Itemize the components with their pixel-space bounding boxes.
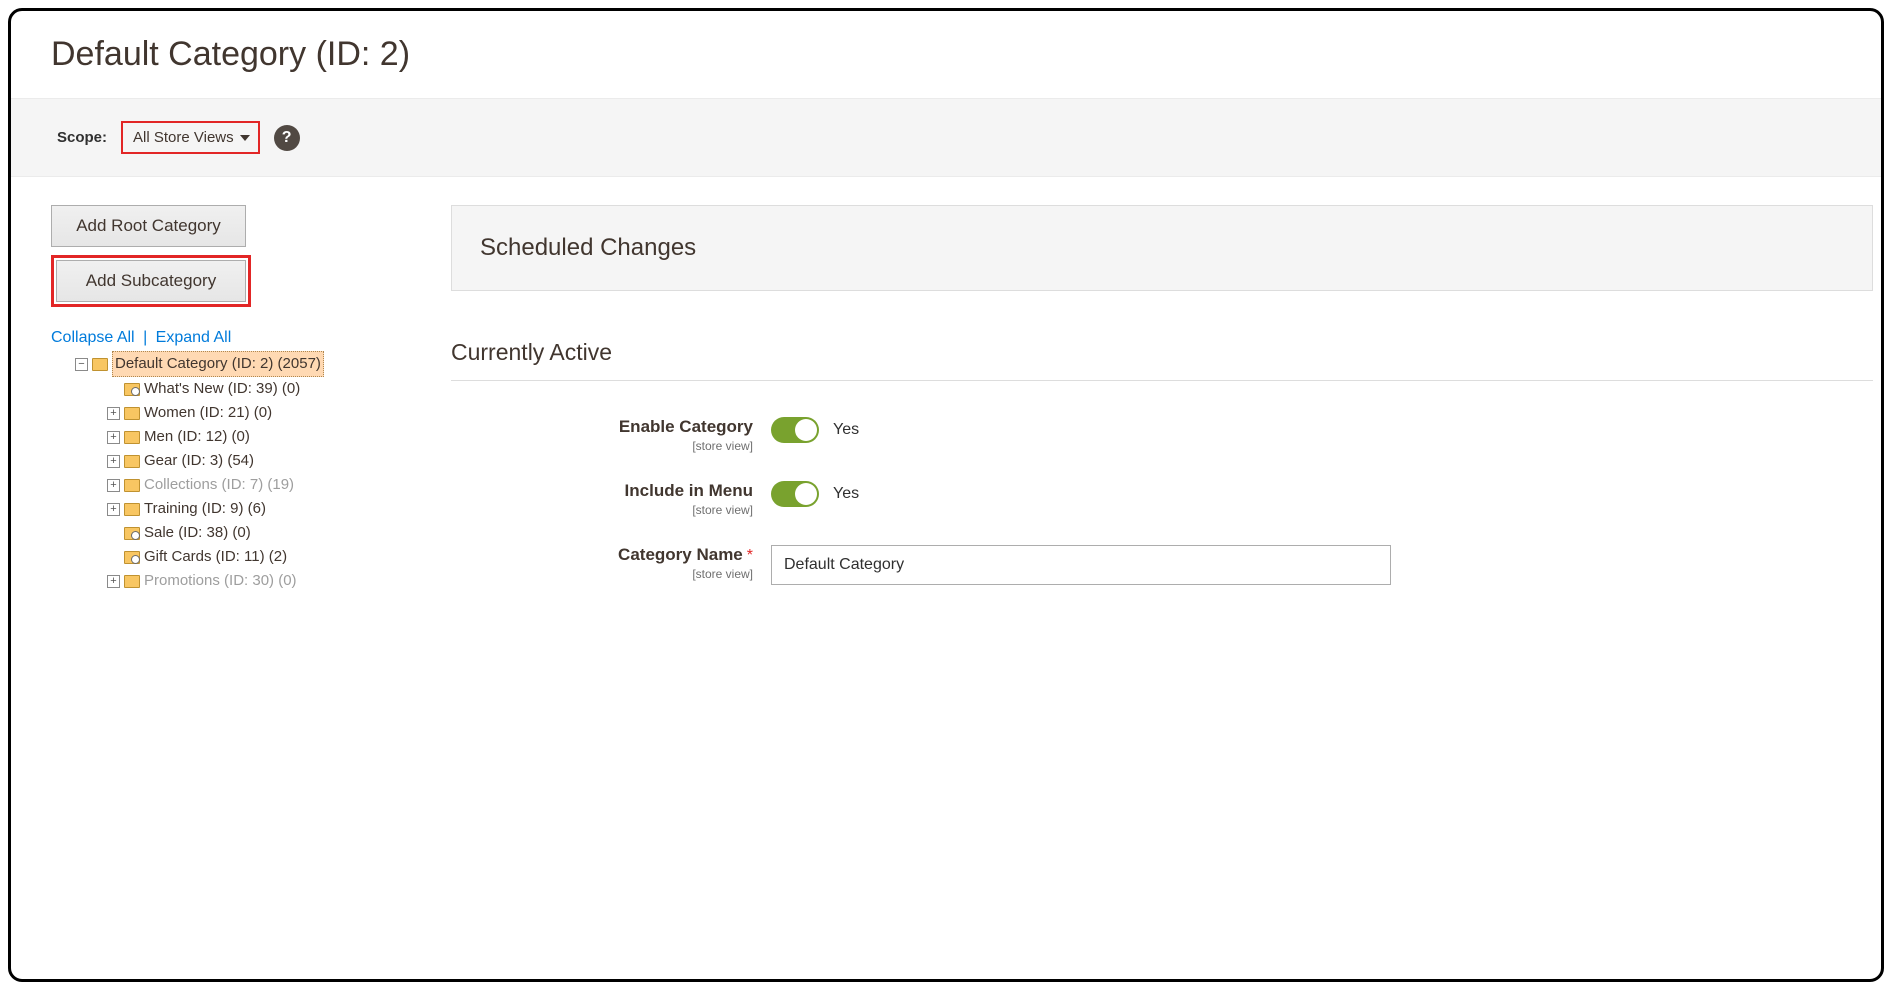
main-content: Scheduled Changes Currently Active Enabl… xyxy=(451,205,1881,613)
scope-select[interactable]: All Store Views xyxy=(121,121,260,154)
tree-node[interactable]: + Promotions (ID: 30) (0) xyxy=(107,569,411,593)
tree-label-root[interactable]: Default Category (ID: 2) (2057) xyxy=(112,351,324,377)
tree-toggle-icon[interactable]: + xyxy=(107,407,120,420)
tree-toggle-icon[interactable]: + xyxy=(107,575,120,588)
tree-toggle-icon[interactable]: + xyxy=(107,431,120,444)
sidebar: Add Root Category Add Subcategory Collap… xyxy=(51,205,411,593)
folder-lens-icon xyxy=(124,527,140,540)
tree-node[interactable]: Gift Cards (ID: 11) (2) xyxy=(107,545,411,569)
enable-category-toggle[interactable] xyxy=(771,417,819,443)
tree-controls: Collapse All | Expand All xyxy=(51,329,411,347)
tree-label[interactable]: Gear (ID: 3) (54) xyxy=(144,449,254,473)
scope-label: Scope: xyxy=(57,129,107,146)
tree-label[interactable]: Collections (ID: 7) (19) xyxy=(144,473,294,497)
folder-icon xyxy=(124,455,140,468)
folder-lens-icon xyxy=(124,383,140,396)
tree-toggle-icon xyxy=(107,551,120,564)
tree-toggle-icon xyxy=(107,383,120,396)
include-in-menu-value: Yes xyxy=(833,485,859,503)
category-tree: − Default Category (ID: 2) (2057) What's… xyxy=(51,351,411,593)
tree-toggle-icon[interactable]: + xyxy=(107,479,120,492)
tree-node[interactable]: + Men (ID: 12) (0) xyxy=(107,425,411,449)
add-subcategory-button[interactable]: Add Subcategory xyxy=(56,260,246,302)
tree-label[interactable]: Promotions (ID: 30) (0) xyxy=(144,569,297,593)
category-name-scope: [store view] xyxy=(451,567,753,581)
required-star-icon: * xyxy=(747,547,753,564)
scope-bar: Scope: All Store Views ? xyxy=(11,98,1881,177)
tree-label[interactable]: Men (ID: 12) (0) xyxy=(144,425,250,449)
tree-label[interactable]: What's New (ID: 39) (0) xyxy=(144,377,300,401)
expand-all-link[interactable]: Expand All xyxy=(156,329,232,346)
add-root-category-button[interactable]: Add Root Category xyxy=(51,205,246,247)
tree-node[interactable]: + Collections (ID: 7) (19) xyxy=(107,473,411,497)
form-row-include-in-menu: Include in Menu [store view] Yes xyxy=(451,481,1873,517)
folder-icon xyxy=(124,479,140,492)
tree-node[interactable]: + Women (ID: 21) (0) xyxy=(107,401,411,425)
enable-category-value: Yes xyxy=(833,421,859,439)
separator: | xyxy=(143,329,147,346)
category-name-input[interactable] xyxy=(771,545,1391,585)
tree-label[interactable]: Gift Cards (ID: 11) (2) xyxy=(144,545,287,569)
folder-icon xyxy=(124,407,140,420)
form-row-category-name: Category Name* [store view] xyxy=(451,545,1873,585)
highlight-add-subcategory: Add Subcategory xyxy=(51,255,251,307)
include-in-menu-toggle[interactable] xyxy=(771,481,819,507)
tree-toggle-icon[interactable]: + xyxy=(107,455,120,468)
tree-label[interactable]: Training (ID: 9) (6) xyxy=(144,497,266,521)
scheduled-changes-panel[interactable]: Scheduled Changes xyxy=(451,205,1873,291)
folder-icon xyxy=(124,503,140,516)
tree-toggle-icon[interactable]: + xyxy=(107,503,120,516)
scope-select-value: All Store Views xyxy=(133,129,234,146)
tree-node[interactable]: + Gear (ID: 3) (54) xyxy=(107,449,411,473)
category-name-label: Category Name xyxy=(618,545,743,564)
include-in-menu-scope: [store view] xyxy=(451,503,753,517)
app-frame: Default Category (ID: 2) Scope: All Stor… xyxy=(8,8,1884,982)
caret-down-icon xyxy=(240,135,250,141)
include-in-menu-label: Include in Menu xyxy=(625,481,753,500)
help-icon[interactable]: ? xyxy=(274,125,300,151)
folder-icon xyxy=(124,431,140,444)
enable-category-scope: [store view] xyxy=(451,439,753,453)
folder-icon xyxy=(124,575,140,588)
tree-node[interactable]: + Training (ID: 9) (6) xyxy=(107,497,411,521)
tree-label[interactable]: Women (ID: 21) (0) xyxy=(144,401,272,425)
folder-lens-icon xyxy=(124,551,140,564)
collapse-all-link[interactable]: Collapse All xyxy=(51,329,135,346)
page-title: Default Category (ID: 2) xyxy=(51,35,1881,74)
folder-icon xyxy=(92,358,108,371)
enable-category-label: Enable Category xyxy=(619,417,753,436)
tree-node-root[interactable]: − Default Category (ID: 2) (2057) xyxy=(75,351,411,377)
form-row-enable-category: Enable Category [store view] Yes xyxy=(451,417,1873,453)
tree-node[interactable]: Sale (ID: 38) (0) xyxy=(107,521,411,545)
tree-label[interactable]: Sale (ID: 38) (0) xyxy=(144,521,251,545)
tree-toggle-icon[interactable]: − xyxy=(75,358,88,371)
currently-active-heading: Currently Active xyxy=(451,339,1873,381)
tree-toggle-icon xyxy=(107,527,120,540)
tree-node[interactable]: What's New (ID: 39) (0) xyxy=(107,377,411,401)
